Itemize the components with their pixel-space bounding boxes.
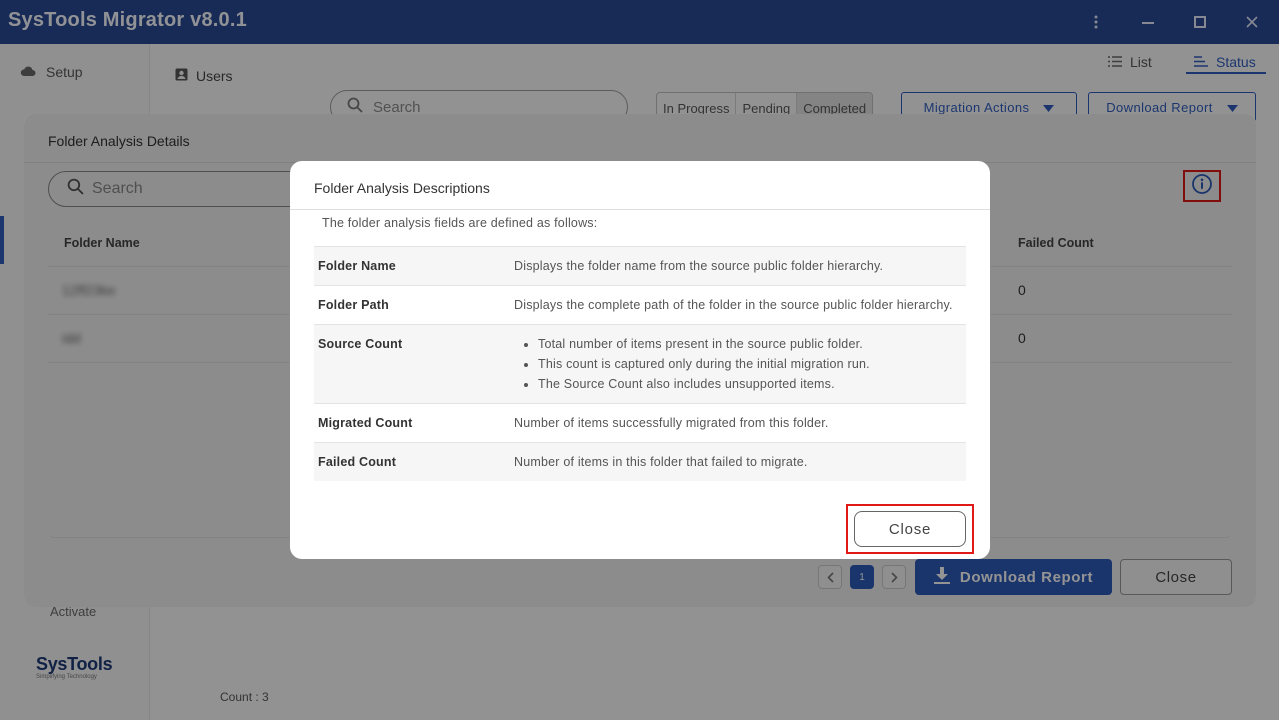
dialog-title: Folder Analysis Descriptions bbox=[314, 180, 490, 196]
descriptions-intro: The folder analysis fields are defined a… bbox=[322, 216, 598, 230]
term-source-count: Source Count bbox=[314, 324, 510, 404]
desc-failed-count: Number of items in this folder that fail… bbox=[510, 442, 966, 481]
definition-row: Failed Count Number of items in this fol… bbox=[314, 442, 966, 481]
close-button-highlight: Close bbox=[846, 504, 974, 554]
desc-source-count: Total number of items present in the sou… bbox=[510, 324, 966, 404]
definitions-table: Folder Name Displays the folder name fro… bbox=[314, 246, 966, 481]
desc-folder-name: Displays the folder name from the source… bbox=[510, 246, 966, 286]
term-folder-path: Folder Path bbox=[314, 285, 510, 325]
folder-analysis-descriptions-dialog: Folder Analysis Descriptions The folder … bbox=[290, 161, 990, 559]
close-descriptions-button[interactable]: Close bbox=[854, 511, 966, 547]
definition-row: Source Count Total number of items prese… bbox=[314, 324, 966, 404]
definition-row: Folder Path Displays the complete path o… bbox=[314, 285, 966, 325]
desc-folder-path: Displays the complete path of the folder… bbox=[510, 285, 966, 325]
divider bbox=[290, 209, 990, 210]
desc-migrated-count: Number of items successfully migrated fr… bbox=[510, 403, 966, 443]
bullet-item: The Source Count also includes unsupport… bbox=[538, 374, 962, 394]
bullet-item: Total number of items present in the sou… bbox=[538, 334, 962, 354]
definition-row: Migrated Count Number of items successfu… bbox=[314, 403, 966, 443]
term-failed-count: Failed Count bbox=[314, 442, 510, 481]
bullet-item: This count is captured only during the i… bbox=[538, 354, 962, 374]
term-folder-name: Folder Name bbox=[314, 246, 510, 286]
definition-row: Folder Name Displays the folder name fro… bbox=[314, 246, 966, 286]
term-migrated-count: Migrated Count bbox=[314, 403, 510, 443]
